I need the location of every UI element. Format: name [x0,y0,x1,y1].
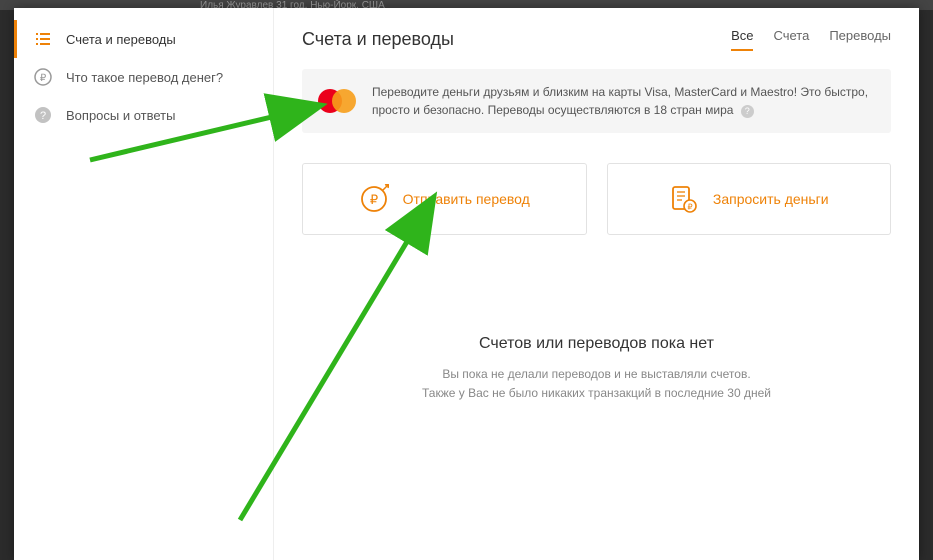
svg-text:?: ? [40,110,46,122]
empty-line-1: Вы пока не делали переводов и не выставл… [442,367,750,381]
sidebar-item-label: Что такое перевод денег? [66,70,223,85]
empty-line-2: Также у Вас не было никаких транзакций в… [422,386,771,400]
svg-text:₽: ₽ [370,192,378,207]
help-tooltip-icon[interactable]: ? [741,105,754,118]
content-area: Счета и переводы Все Счета Переводы Пере… [274,8,919,560]
send-money-icon: ₽ [359,184,389,214]
send-transfer-label: Отправить перевод [403,191,530,207]
sidebar-item-label: Счета и переводы [66,32,176,47]
sidebar-item-what-is-transfer[interactable]: ₽ Что такое перевод денег? [14,58,273,96]
list-icon [34,30,52,48]
tab-transfers[interactable]: Переводы [829,28,891,51]
filter-tabs: Все Счета Переводы [731,28,891,51]
request-money-label: Запросить деньги [713,191,829,207]
sidebar-item-accounts-transfers[interactable]: Счета и переводы [14,20,273,58]
empty-text: Вы пока не делали переводов и не выставл… [302,365,891,403]
sidebar: Счета и переводы ₽ Что такое перевод ден… [14,8,274,560]
empty-state: Счетов или переводов пока нет Вы пока не… [302,335,891,403]
help-icon: ? [34,106,52,124]
page-title: Счета и переводы [302,29,454,50]
banner-text: Переводите деньги друзьям и близким на к… [372,83,875,119]
empty-title: Счетов или переводов пока нет [302,335,891,353]
tab-accounts[interactable]: Счета [773,28,809,51]
payments-modal: Счета и переводы ₽ Что такое перевод ден… [14,8,919,560]
tab-all[interactable]: Все [731,28,753,51]
sidebar-item-faq[interactable]: ? Вопросы и ответы [14,96,273,134]
mastercard-icon [318,88,358,114]
banner-text-content: Переводите деньги друзьям и близким на к… [372,85,868,117]
sidebar-item-label: Вопросы и ответы [66,108,175,123]
action-cards-row: ₽ Отправить перевод ₽ Запросить деньги [302,163,891,235]
svg-text:₽: ₽ [40,73,47,84]
request-money-icon: ₽ [669,184,699,214]
info-banner: Переводите деньги друзьям и близким на к… [302,69,891,133]
request-money-button[interactable]: ₽ Запросить деньги [607,163,892,235]
send-transfer-button[interactable]: ₽ Отправить перевод [302,163,587,235]
header-row: Счета и переводы Все Счета Переводы [302,28,891,51]
svg-text:₽: ₽ [687,203,692,212]
ruble-icon: ₽ [34,68,52,86]
